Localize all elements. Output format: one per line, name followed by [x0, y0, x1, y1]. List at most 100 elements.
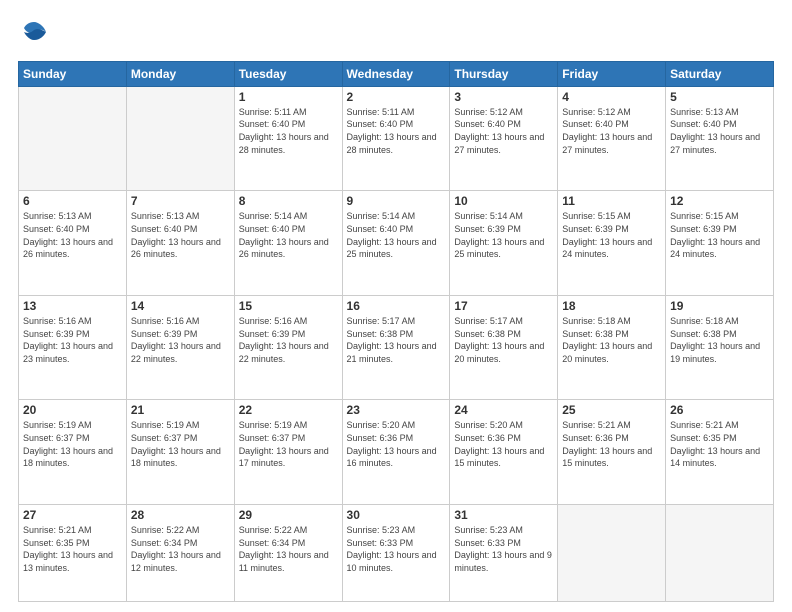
- day-number: 24: [454, 403, 553, 417]
- weekday-header-row: SundayMondayTuesdayWednesdayThursdayFrid…: [19, 61, 774, 86]
- calendar-table: SundayMondayTuesdayWednesdayThursdayFrid…: [18, 61, 774, 602]
- logo: [18, 18, 48, 51]
- week-row-5: 27 Sunrise: 5:21 AMSunset: 6:35 PMDayligh…: [19, 505, 774, 602]
- day-info: Sunrise: 5:22 AMSunset: 6:34 PMDaylight:…: [239, 524, 338, 574]
- day-number: 5: [670, 90, 769, 104]
- day-number: 18: [562, 299, 661, 313]
- day-number: 10: [454, 194, 553, 208]
- day-number: 30: [347, 508, 446, 522]
- calendar-cell: 7 Sunrise: 5:13 AMSunset: 6:40 PMDaylight…: [126, 191, 234, 296]
- weekday-header-friday: Friday: [558, 61, 666, 86]
- day-info: Sunrise: 5:20 AMSunset: 6:36 PMDaylight:…: [454, 419, 553, 469]
- day-info: Sunrise: 5:11 AMSunset: 6:40 PMDaylight:…: [347, 106, 446, 156]
- day-number: 11: [562, 194, 661, 208]
- day-number: 27: [23, 508, 122, 522]
- day-info: Sunrise: 5:21 AMSunset: 6:35 PMDaylight:…: [670, 419, 769, 469]
- day-number: 13: [23, 299, 122, 313]
- calendar-cell: 1 Sunrise: 5:11 AMSunset: 6:40 PMDaylight…: [234, 86, 342, 191]
- day-info: Sunrise: 5:12 AMSunset: 6:40 PMDaylight:…: [562, 106, 661, 156]
- day-number: 20: [23, 403, 122, 417]
- day-info: Sunrise: 5:18 AMSunset: 6:38 PMDaylight:…: [562, 315, 661, 365]
- calendar-cell: 31 Sunrise: 5:23 AMSunset: 6:33 PMDayligh…: [450, 505, 558, 602]
- day-info: Sunrise: 5:16 AMSunset: 6:39 PMDaylight:…: [239, 315, 338, 365]
- day-info: Sunrise: 5:19 AMSunset: 6:37 PMDaylight:…: [239, 419, 338, 469]
- page: SundayMondayTuesdayWednesdayThursdayFrid…: [0, 0, 792, 612]
- day-info: Sunrise: 5:21 AMSunset: 6:35 PMDaylight:…: [23, 524, 122, 574]
- weekday-header-wednesday: Wednesday: [342, 61, 450, 86]
- calendar-cell: 17 Sunrise: 5:17 AMSunset: 6:38 PMDayligh…: [450, 295, 558, 400]
- day-info: Sunrise: 5:14 AMSunset: 6:40 PMDaylight:…: [239, 210, 338, 260]
- weekday-header-tuesday: Tuesday: [234, 61, 342, 86]
- calendar-cell: 10Sunrise: 5:14 AMSunset: 6:39 PMDayligh…: [450, 191, 558, 296]
- calendar-cell: 4 Sunrise: 5:12 AMSunset: 6:40 PMDaylight…: [558, 86, 666, 191]
- logo-bird-icon: [20, 18, 48, 46]
- weekday-header-saturday: Saturday: [666, 61, 774, 86]
- day-number: 29: [239, 508, 338, 522]
- day-info: Sunrise: 5:16 AMSunset: 6:39 PMDaylight:…: [23, 315, 122, 365]
- calendar-cell: 21 Sunrise: 5:19 AMSunset: 6:37 PMDayligh…: [126, 400, 234, 505]
- day-number: 17: [454, 299, 553, 313]
- day-number: 7: [131, 194, 230, 208]
- calendar-cell: 25Sunrise: 5:21 AMSunset: 6:36 PMDayligh…: [558, 400, 666, 505]
- calendar-cell: 11 Sunrise: 5:15 AMSunset: 6:39 PMDayligh…: [558, 191, 666, 296]
- day-info: Sunrise: 5:16 AMSunset: 6:39 PMDaylight:…: [131, 315, 230, 365]
- day-number: 1: [239, 90, 338, 104]
- calendar-cell: 29 Sunrise: 5:22 AMSunset: 6:34 PMDayligh…: [234, 505, 342, 602]
- day-number: 12: [670, 194, 769, 208]
- week-row-4: 20 Sunrise: 5:19 AMSunset: 6:37 PMDayligh…: [19, 400, 774, 505]
- calendar-cell: 5 Sunrise: 5:13 AMSunset: 6:40 PMDaylight…: [666, 86, 774, 191]
- day-number: 31: [454, 508, 553, 522]
- weekday-header-thursday: Thursday: [450, 61, 558, 86]
- calendar-cell: 13 Sunrise: 5:16 AMSunset: 6:39 PMDayligh…: [19, 295, 127, 400]
- day-number: 16: [347, 299, 446, 313]
- day-info: Sunrise: 5:19 AMSunset: 6:37 PMDaylight:…: [131, 419, 230, 469]
- day-number: 19: [670, 299, 769, 313]
- day-number: 28: [131, 508, 230, 522]
- day-number: 14: [131, 299, 230, 313]
- day-number: 21: [131, 403, 230, 417]
- calendar-cell: 20 Sunrise: 5:19 AMSunset: 6:37 PMDayligh…: [19, 400, 127, 505]
- calendar-cell: 8 Sunrise: 5:14 AMSunset: 6:40 PMDaylight…: [234, 191, 342, 296]
- calendar-cell: 24 Sunrise: 5:20 AMSunset: 6:36 PMDayligh…: [450, 400, 558, 505]
- calendar-cell: [19, 86, 127, 191]
- day-info: Sunrise: 5:15 AMSunset: 6:39 PMDaylight:…: [670, 210, 769, 260]
- day-info: Sunrise: 5:17 AMSunset: 6:38 PMDaylight:…: [454, 315, 553, 365]
- week-row-3: 13 Sunrise: 5:16 AMSunset: 6:39 PMDayligh…: [19, 295, 774, 400]
- day-number: 8: [239, 194, 338, 208]
- calendar-cell: 9 Sunrise: 5:14 AMSunset: 6:40 PMDaylight…: [342, 191, 450, 296]
- day-number: 6: [23, 194, 122, 208]
- day-number: 2: [347, 90, 446, 104]
- day-number: 3: [454, 90, 553, 104]
- day-number: 4: [562, 90, 661, 104]
- day-info: Sunrise: 5:21 AMSunset: 6:36 PMDaylight:…: [562, 419, 661, 469]
- day-info: Sunrise: 5:20 AMSunset: 6:36 PMDaylight:…: [347, 419, 446, 469]
- day-info: Sunrise: 5:22 AMSunset: 6:34 PMDaylight:…: [131, 524, 230, 574]
- day-info: Sunrise: 5:13 AMSunset: 6:40 PMDaylight:…: [670, 106, 769, 156]
- calendar-cell: 14 Sunrise: 5:16 AMSunset: 6:39 PMDayligh…: [126, 295, 234, 400]
- weekday-header-monday: Monday: [126, 61, 234, 86]
- day-info: Sunrise: 5:14 AMSunset: 6:40 PMDaylight:…: [347, 210, 446, 260]
- day-info: Sunrise: 5:15 AMSunset: 6:39 PMDaylight:…: [562, 210, 661, 260]
- calendar-cell: 26 Sunrise: 5:21 AMSunset: 6:35 PMDayligh…: [666, 400, 774, 505]
- calendar-cell: 3 Sunrise: 5:12 AMSunset: 6:40 PMDaylight…: [450, 86, 558, 191]
- day-info: Sunrise: 5:23 AMSunset: 6:33 PMDaylight:…: [454, 524, 553, 574]
- logo-text: [18, 18, 48, 51]
- calendar-cell: 18 Sunrise: 5:18 AMSunset: 6:38 PMDayligh…: [558, 295, 666, 400]
- week-row-2: 6 Sunrise: 5:13 AMSunset: 6:40 PMDaylight…: [19, 191, 774, 296]
- day-info: Sunrise: 5:12 AMSunset: 6:40 PMDaylight:…: [454, 106, 553, 156]
- day-number: 9: [347, 194, 446, 208]
- calendar-cell: 19 Sunrise: 5:18 AMSunset: 6:38 PMDayligh…: [666, 295, 774, 400]
- calendar-cell: 28 Sunrise: 5:22 AMSunset: 6:34 PMDayligh…: [126, 505, 234, 602]
- calendar-cell: 2 Sunrise: 5:11 AMSunset: 6:40 PMDaylight…: [342, 86, 450, 191]
- day-number: 26: [670, 403, 769, 417]
- day-info: Sunrise: 5:23 AMSunset: 6:33 PMDaylight:…: [347, 524, 446, 574]
- day-number: 15: [239, 299, 338, 313]
- calendar-cell: 27 Sunrise: 5:21 AMSunset: 6:35 PMDayligh…: [19, 505, 127, 602]
- day-info: Sunrise: 5:13 AMSunset: 6:40 PMDaylight:…: [131, 210, 230, 260]
- day-info: Sunrise: 5:19 AMSunset: 6:37 PMDaylight:…: [23, 419, 122, 469]
- calendar-cell: [558, 505, 666, 602]
- calendar-cell: 30 Sunrise: 5:23 AMSunset: 6:33 PMDayligh…: [342, 505, 450, 602]
- day-info: Sunrise: 5:11 AMSunset: 6:40 PMDaylight:…: [239, 106, 338, 156]
- calendar-cell: 16Sunrise: 5:17 AMSunset: 6:38 PMDayligh…: [342, 295, 450, 400]
- day-info: Sunrise: 5:18 AMSunset: 6:38 PMDaylight:…: [670, 315, 769, 365]
